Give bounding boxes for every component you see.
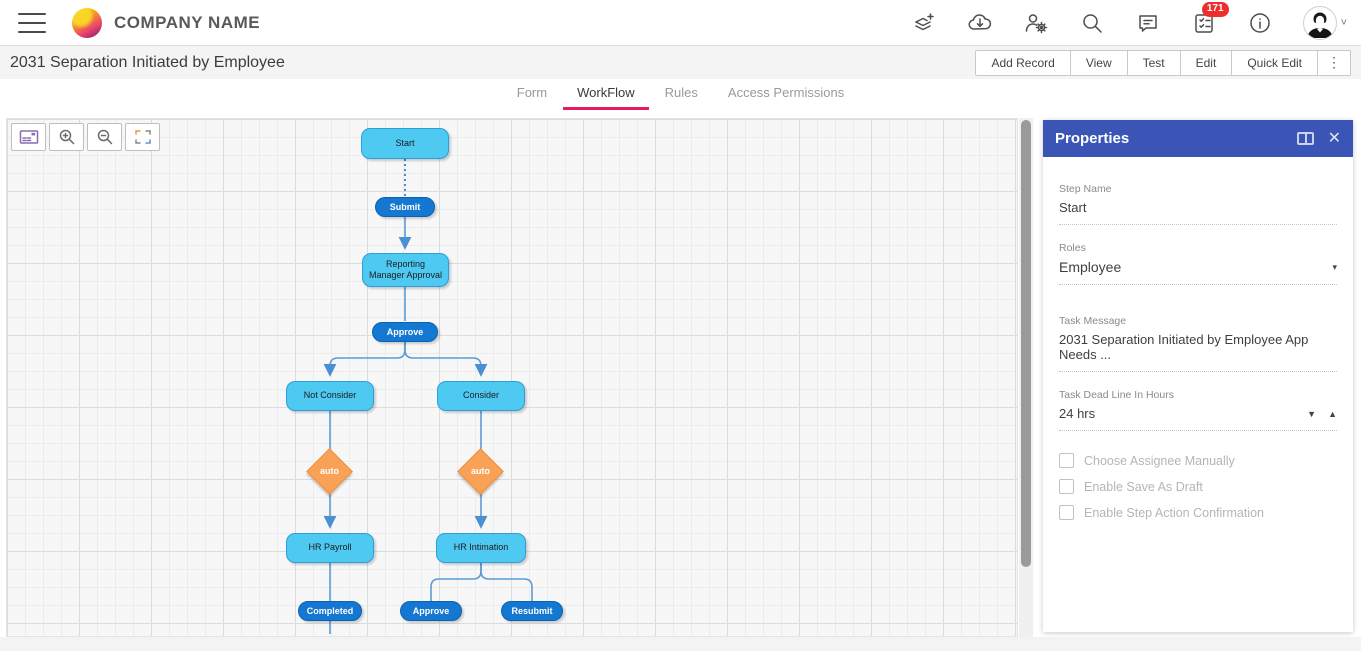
roles-dropdown-icon[interactable]: ▾ bbox=[1332, 262, 1337, 273]
user-settings-icon[interactable] bbox=[1023, 10, 1049, 36]
layers-add-icon[interactable] bbox=[911, 10, 937, 36]
step-action-confirmation-label: Enable Step Action Confirmation bbox=[1084, 505, 1264, 520]
tasks-icon[interactable]: 171 bbox=[1191, 1, 1229, 36]
node-completed[interactable]: Completed bbox=[298, 601, 362, 621]
node-hr-intimation[interactable]: HR Intimation bbox=[436, 533, 526, 563]
chevron-down-icon: ˅ bbox=[1340, 16, 1347, 29]
node-reporting-manager-approval[interactable]: Reporting Manager Approval bbox=[362, 253, 449, 287]
tab-form[interactable]: Form bbox=[503, 79, 561, 110]
choose-assignee-checkbox-row[interactable]: Choose Assignee Manually bbox=[1059, 453, 1337, 468]
search-icon[interactable] bbox=[1079, 10, 1105, 36]
split-view-icon[interactable] bbox=[1296, 132, 1314, 145]
task-message-field[interactable]: Task Message 2031 Separation Initiated b… bbox=[1059, 315, 1337, 372]
chat-icon[interactable] bbox=[1135, 10, 1161, 36]
node-start[interactable]: Start bbox=[361, 128, 449, 159]
deadline-value[interactable]: 24 hrs bbox=[1059, 406, 1095, 421]
properties-header: Properties ✕ bbox=[1043, 120, 1353, 157]
page-title: 2031 Separation Initiated by Employee bbox=[10, 53, 285, 71]
choose-assignee-label: Choose Assignee Manually bbox=[1084, 453, 1235, 468]
avatar[interactable] bbox=[1302, 5, 1337, 40]
roles-label: Roles bbox=[1059, 242, 1086, 254]
roles-value[interactable]: Employee bbox=[1059, 259, 1121, 275]
cloud-download-icon[interactable] bbox=[967, 10, 993, 36]
node-not-consider[interactable]: Not Consider bbox=[286, 381, 374, 411]
notification-badge: 171 bbox=[1201, 1, 1229, 17]
node-submit[interactable]: Submit bbox=[375, 197, 435, 217]
roles-field[interactable]: Roles Employee ▾ bbox=[1059, 242, 1337, 285]
record-header: 2031 Separation Initiated by Employee Ad… bbox=[0, 46, 1361, 79]
properties-panel: Properties ✕ Step Name Start Roles Emplo… bbox=[1043, 120, 1353, 632]
choose-assignee-checkbox[interactable] bbox=[1059, 453, 1074, 468]
tab-rules[interactable]: Rules bbox=[651, 79, 712, 110]
task-message-label: Task Message bbox=[1059, 315, 1127, 327]
node-consider[interactable]: Consider bbox=[437, 381, 525, 411]
task-message-value[interactable]: 2031 Separation Initiated by Employee Ap… bbox=[1059, 332, 1337, 362]
app-top-bar: COMPANY NAME 171 ˅ bbox=[0, 0, 1361, 46]
step-name-field[interactable]: Step Name Start bbox=[1059, 183, 1337, 225]
record-actions: Add Record View Test Edit Quick Edit ⋮ bbox=[975, 49, 1351, 76]
fullscreen-icon[interactable] bbox=[125, 123, 160, 151]
menu-icon[interactable] bbox=[18, 12, 46, 33]
step-name-value[interactable]: Start bbox=[1059, 200, 1337, 215]
node-resubmit[interactable]: Resubmit bbox=[501, 601, 563, 621]
company-name: COMPANY NAME bbox=[114, 12, 261, 32]
view-button[interactable]: View bbox=[1069, 49, 1128, 76]
node-approve-2[interactable]: Approve bbox=[400, 601, 462, 621]
info-icon[interactable] bbox=[1247, 10, 1273, 36]
step-action-confirmation-checkbox[interactable] bbox=[1059, 505, 1074, 520]
tab-workflow[interactable]: WorkFlow bbox=[563, 79, 649, 110]
main-content: Start Submit Reporting Manager Approval … bbox=[0, 110, 1361, 637]
deadline-decrease-icon[interactable]: ▼ bbox=[1307, 409, 1316, 419]
deadline-label: Task Dead Line In Hours bbox=[1059, 389, 1174, 401]
tab-bar: Form WorkFlow Rules Access Permissions bbox=[0, 79, 1361, 110]
options-checkboxes: Choose Assignee Manually Enable Save As … bbox=[1059, 453, 1337, 520]
quick-edit-button[interactable]: Quick Edit bbox=[1231, 49, 1318, 76]
save-as-draft-checkbox-row[interactable]: Enable Save As Draft bbox=[1059, 479, 1337, 494]
deadline-field[interactable]: Task Dead Line In Hours 24 hrs ▼ ▲ bbox=[1059, 389, 1337, 431]
tab-access-permissions[interactable]: Access Permissions bbox=[714, 79, 858, 110]
canvas-scrollbar[interactable] bbox=[1019, 118, 1033, 637]
more-actions-icon[interactable]: ⋮ bbox=[1317, 49, 1351, 76]
deadline-increase-icon[interactable]: ▲ bbox=[1328, 409, 1337, 419]
add-record-button[interactable]: Add Record bbox=[975, 49, 1071, 76]
step-name-label: Step Name bbox=[1059, 183, 1112, 195]
test-button[interactable]: Test bbox=[1126, 49, 1181, 76]
zoom-in-icon[interactable] bbox=[49, 123, 84, 151]
node-approve[interactable]: Approve bbox=[372, 322, 438, 342]
properties-title: Properties bbox=[1055, 130, 1130, 147]
company-logo bbox=[72, 7, 102, 38]
save-as-draft-label: Enable Save As Draft bbox=[1084, 479, 1203, 494]
zoom-out-icon[interactable] bbox=[87, 123, 122, 151]
overview-icon[interactable] bbox=[11, 123, 46, 151]
save-as-draft-checkbox[interactable] bbox=[1059, 479, 1074, 494]
user-menu[interactable]: ˅ bbox=[1302, 5, 1347, 40]
step-action-confirmation-checkbox-row[interactable]: Enable Step Action Confirmation bbox=[1059, 505, 1337, 520]
canvas-toolbar bbox=[11, 123, 160, 151]
scrollbar-thumb[interactable] bbox=[1021, 120, 1031, 567]
close-icon[interactable]: ✕ bbox=[1328, 130, 1341, 147]
node-hr-payroll[interactable]: HR Payroll bbox=[286, 533, 374, 563]
workflow-canvas[interactable]: Start Submit Reporting Manager Approval … bbox=[6, 118, 1018, 637]
edit-button[interactable]: Edit bbox=[1179, 49, 1233, 76]
